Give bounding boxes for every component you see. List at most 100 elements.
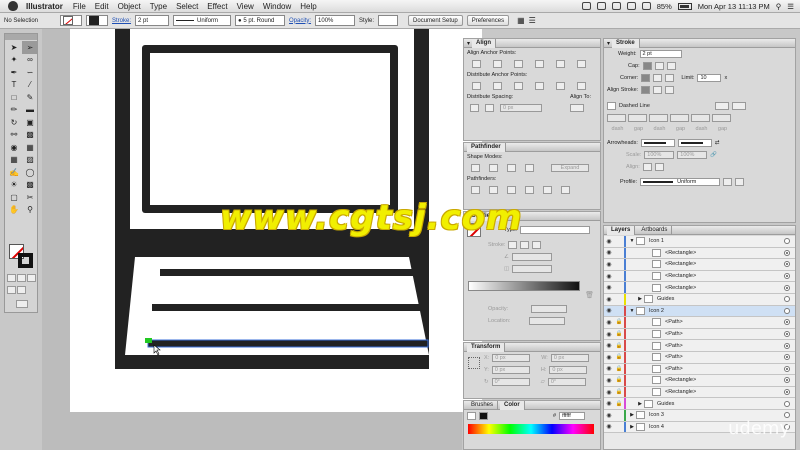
app-menu[interactable]: Illustrator	[26, 2, 63, 11]
draw-behind-icon[interactable]	[17, 286, 26, 294]
dash-3[interactable]	[691, 114, 710, 122]
unite-icon[interactable]	[471, 164, 480, 172]
delete-stop-icon[interactable]: 🗑	[585, 291, 594, 299]
blend-tool-icon[interactable]: ◯	[22, 166, 38, 179]
stroke-within-icon[interactable]	[508, 241, 518, 249]
gap-3[interactable]	[712, 114, 731, 122]
disclosure-triangle-icon[interactable]: ▼	[628, 308, 636, 314]
divide-icon[interactable]	[471, 186, 480, 194]
trim-icon[interactable]	[489, 186, 498, 194]
menu-window[interactable]: Window	[263, 2, 291, 11]
target-circle-icon[interactable]	[784, 365, 790, 372]
layer-row[interactable]: ◉ <Rectangle>	[604, 247, 795, 260]
arrange-documents-icon[interactable]: ▦	[517, 16, 525, 25]
tab-brushes[interactable]: Brushes	[467, 400, 499, 410]
distribute-vcenter-icon[interactable]	[493, 82, 502, 90]
layer-row[interactable]: ◉ ▼ Icon 1	[604, 236, 795, 248]
hand-tool-icon[interactable]: ✋	[6, 204, 22, 217]
disclosure-triangle-icon[interactable]: ▶	[628, 412, 636, 418]
align-left-icon[interactable]	[472, 60, 481, 68]
layer-row[interactable]: ◉ ▼ Icon 2	[604, 305, 795, 318]
target-circle-icon[interactable]	[784, 389, 790, 396]
rotate-field[interactable]: 0°	[491, 378, 530, 386]
canvas-area[interactable]	[42, 29, 482, 450]
gradient-button[interactable]	[17, 274, 26, 282]
symbol-sprayer-tool-icon[interactable]: ☀	[6, 179, 22, 192]
layer-row[interactable]: ◉ <Rectangle>	[604, 282, 795, 294]
opacity-field[interactable]: 100%	[315, 15, 356, 26]
stroke-across-icon[interactable]	[532, 241, 542, 249]
stroke-box[interactable]	[18, 253, 33, 268]
battery-icon[interactable]	[677, 2, 692, 10]
collapse-icon[interactable]: ▾	[467, 40, 470, 47]
align-dash-icon[interactable]	[731, 102, 746, 110]
zoom-tool-icon[interactable]: ⚲	[22, 204, 38, 217]
color-fill-icon[interactable]	[467, 412, 476, 420]
target-circle-icon[interactable]	[784, 342, 790, 349]
lock-toggle-icon[interactable]: 🔒	[614, 401, 624, 407]
magic-wand-tool-icon[interactable]: ✦	[6, 54, 22, 67]
dashed-checkbox[interactable]	[607, 102, 616, 110]
none-button[interactable]	[27, 274, 36, 282]
aspect-field[interactable]	[512, 265, 553, 273]
select-tool-icon[interactable]: ➤	[6, 41, 22, 54]
pathfinder-panel-title[interactable]: Pathfinder	[464, 142, 600, 152]
style-swatch[interactable]	[378, 15, 399, 26]
creative-cloud-icon[interactable]	[581, 2, 591, 10]
target-circle-icon[interactable]	[784, 307, 790, 314]
target-circle-icon[interactable]	[784, 261, 790, 268]
opacity-label[interactable]: Opacity:	[289, 18, 311, 24]
key-row-1[interactable]	[160, 269, 422, 276]
document-setup-button[interactable]: Document Setup	[408, 15, 463, 26]
color-spectrum[interactable]	[468, 424, 594, 434]
y-field[interactable]: 0 px	[491, 366, 530, 374]
layer-row[interactable]: ◉ 🔒 <Path>	[604, 340, 795, 352]
lock-toggle-icon[interactable]: 🔒	[614, 366, 624, 372]
align-inside-stroke-icon[interactable]	[653, 86, 663, 94]
line-tool-icon[interactable]: ⁄	[22, 79, 38, 92]
visibility-eye-icon[interactable]: ◉	[604, 249, 614, 256]
menu-help[interactable]: Help	[300, 2, 316, 11]
visibility-eye-icon[interactable]: ◉	[604, 238, 614, 245]
stroke-along-icon[interactable]	[520, 241, 530, 249]
lock-toggle-icon[interactable]: 🔒	[614, 319, 624, 325]
eraser-tool-icon[interactable]: ▬	[22, 104, 38, 117]
hex-field[interactable]: ffffff	[559, 412, 586, 420]
layer-row[interactable]: ◉ 🔒 <Rectangle>	[604, 386, 795, 399]
horizontal-spacing-icon[interactable]	[485, 104, 494, 112]
pencil-tool-icon[interactable]: ✏	[6, 104, 22, 117]
volume-icon[interactable]	[641, 2, 651, 10]
lasso-tool-icon[interactable]: ∞	[22, 54, 38, 67]
reference-point-icon[interactable]	[468, 357, 480, 369]
key-row-2[interactable]	[152, 304, 424, 311]
preferences-button[interactable]: Preferences	[466, 15, 510, 26]
stroke-weight-field[interactable]: 2 pt	[135, 15, 170, 26]
dash-2[interactable]	[649, 114, 668, 122]
panel-menu-icon[interactable]: ☰	[529, 16, 536, 25]
align-outside-stroke-icon[interactable]	[665, 86, 675, 94]
slice-tool-icon[interactable]: ✂	[22, 191, 38, 204]
layer-row[interactable]: ◉ 🔒 <Path>	[604, 351, 795, 364]
expand-button[interactable]: Expand	[551, 164, 589, 172]
exclude-icon[interactable]	[525, 164, 534, 172]
perspective-tool-icon[interactable]: ▦	[22, 141, 38, 154]
fill-swatch[interactable]	[60, 15, 82, 26]
visibility-eye-icon[interactable]: ◉	[604, 261, 614, 268]
w-field[interactable]: 0 px	[550, 354, 589, 362]
distribute-hcenter-icon[interactable]	[556, 82, 565, 90]
flip-along-icon[interactable]	[723, 178, 733, 186]
minus-front-icon[interactable]	[489, 164, 498, 172]
menu-edit[interactable]: Edit	[95, 2, 109, 11]
gradient-opacity-field[interactable]	[531, 305, 568, 313]
draw-normal-icon[interactable]	[7, 286, 16, 294]
warp-tool-icon[interactable]: ⚯	[6, 129, 22, 142]
apple-icon[interactable]	[8, 1, 18, 11]
dash-1[interactable]	[607, 114, 626, 122]
weight-field[interactable]: 2 pt	[639, 50, 682, 58]
butt-cap-icon[interactable]	[642, 62, 652, 70]
stroke-swatch[interactable]	[86, 15, 108, 26]
layer-row[interactable]: ◉ 🔒 ▶ Guides	[604, 398, 795, 410]
arrow-place-icon[interactable]	[654, 163, 664, 171]
limit-field[interactable]: 10	[697, 74, 722, 82]
tab-color[interactable]: Color	[500, 400, 525, 410]
